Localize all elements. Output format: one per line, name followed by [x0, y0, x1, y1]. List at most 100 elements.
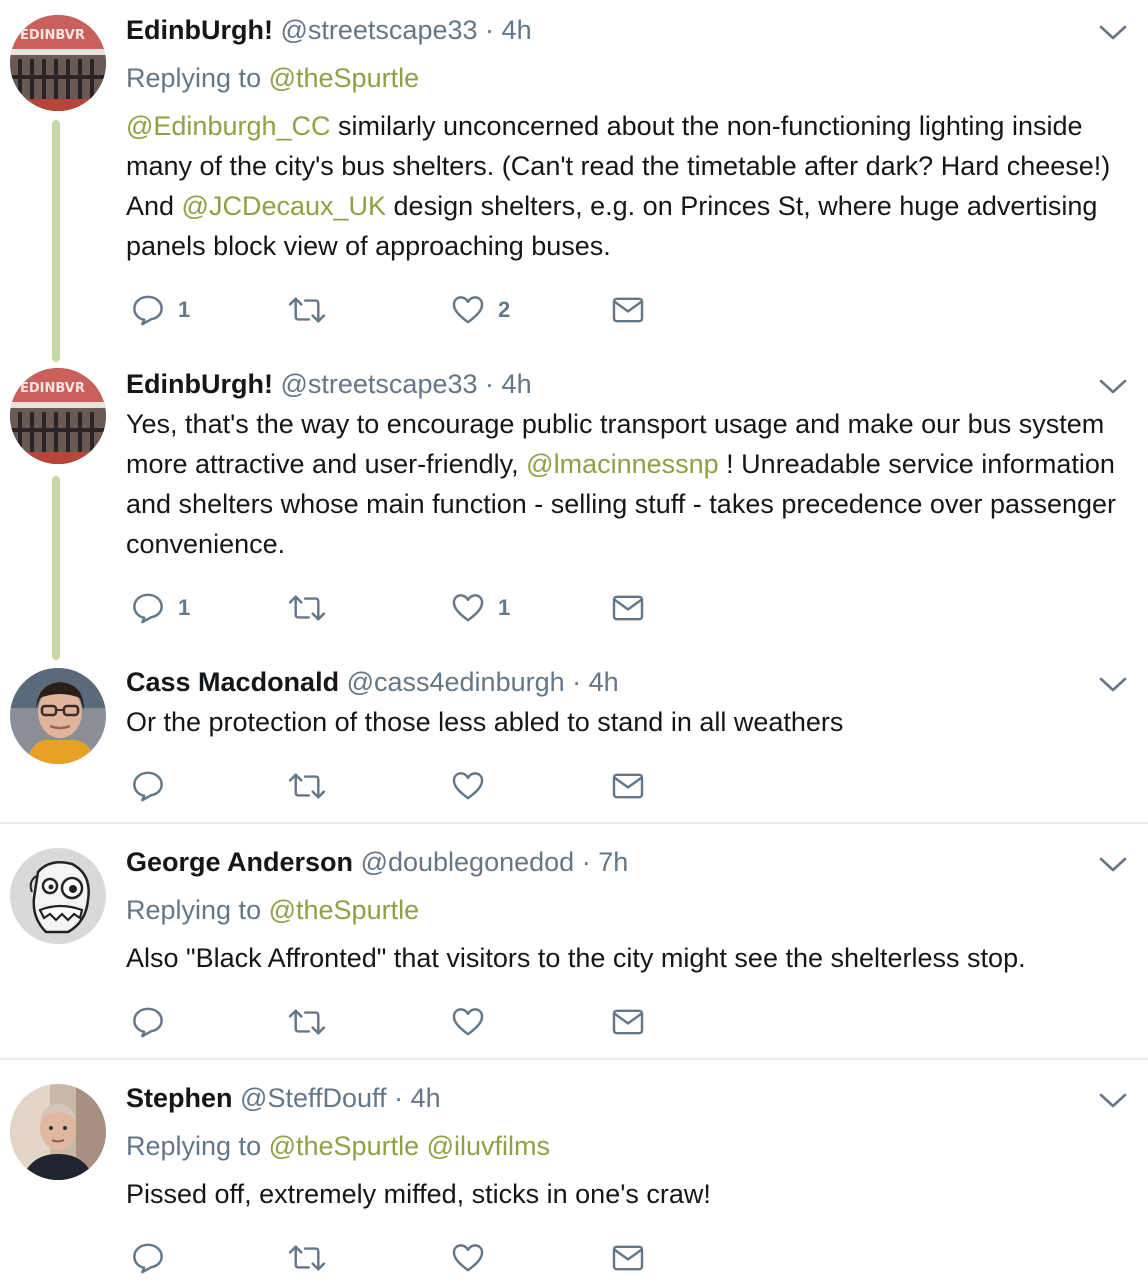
- retweet-button[interactable]: [288, 1002, 326, 1042]
- thread-connector: [52, 476, 60, 660]
- message-button[interactable]: [612, 766, 644, 806]
- reply-icon: [132, 294, 164, 326]
- author-handle[interactable]: @streetscape33: [281, 369, 478, 399]
- reply-button[interactable]: [132, 1238, 178, 1278]
- man-photo-avatar: [10, 1084, 106, 1180]
- replying-to-link[interactable]: @theSpurtle: [269, 1131, 420, 1161]
- tweet-text: Or the protection of those less abled to…: [126, 707, 844, 737]
- separator-dot: ·: [394, 1083, 404, 1113]
- like-button[interactable]: 1: [452, 588, 510, 628]
- heart-icon: [452, 1243, 484, 1273]
- timestamp[interactable]: 7h: [598, 847, 628, 877]
- replying-to-link[interactable]: @theSpurtle: [269, 895, 420, 925]
- replying-to-label: Replying to: [126, 63, 262, 93]
- message-button[interactable]: [612, 1002, 644, 1042]
- tweet-header: Cass Macdonald @cass4edinburgh · 4h: [126, 664, 619, 700]
- envelope-icon: [612, 296, 644, 324]
- retweet-icon: [288, 592, 326, 624]
- tweet-header: Stephen @SteffDouff · 4h: [126, 1080, 441, 1116]
- avatar[interactable]: [10, 1084, 106, 1180]
- retweet-button[interactable]: [288, 290, 326, 330]
- envelope-icon: [612, 594, 644, 622]
- chevron-down-icon[interactable]: [1098, 854, 1128, 874]
- tweet-header: EdinbUrgh! @streetscape33 · 4h: [126, 366, 532, 402]
- replying-to: Replying to @theSpurtle @iluvfilms: [126, 1128, 550, 1164]
- timestamp[interactable]: 4h: [502, 15, 532, 45]
- like-button[interactable]: [452, 1238, 498, 1278]
- author-name[interactable]: EdinbUrgh!: [126, 369, 273, 399]
- author-name[interactable]: Cass Macdonald: [126, 667, 339, 697]
- timestamp[interactable]: 4h: [502, 369, 532, 399]
- envelope-icon: [612, 1244, 644, 1272]
- reply-icon: [132, 770, 164, 802]
- chevron-down-icon[interactable]: [1098, 1090, 1128, 1110]
- chevron-down-icon[interactable]: [1098, 22, 1128, 42]
- retweet-icon: [288, 770, 326, 802]
- retweet-button[interactable]: [288, 588, 326, 628]
- avatar[interactable]: [10, 848, 106, 944]
- message-button[interactable]: [612, 588, 644, 628]
- separator-dot: ·: [572, 667, 582, 697]
- mention-link[interactable]: @JCDecaux_UK: [182, 191, 386, 221]
- mention-link[interactable]: @lmacinnessnp: [526, 449, 719, 479]
- tweet-text: Also "Black Affronted" that visitors to …: [126, 943, 1026, 973]
- envelope-icon: [612, 772, 644, 800]
- tweet-header: EdinbUrgh! @streetscape33 · 4h: [126, 12, 532, 48]
- retweet-button[interactable]: [288, 766, 326, 806]
- like-button[interactable]: [452, 766, 498, 806]
- reply-button[interactable]: [132, 1002, 178, 1042]
- message-button[interactable]: [612, 1238, 644, 1278]
- tweet-actions: [126, 766, 686, 806]
- tweet-actions: 1 2: [126, 290, 686, 330]
- tweet-actions: [126, 1002, 686, 1042]
- tweet-actions: 1 1: [126, 588, 686, 628]
- chevron-down-icon[interactable]: [1098, 674, 1128, 694]
- edinburgh-sign-avatar: [10, 368, 106, 464]
- author-handle[interactable]: @cass4edinburgh: [347, 667, 565, 697]
- heart-icon: [452, 1007, 484, 1037]
- separator-dot: ·: [485, 15, 495, 45]
- author-handle[interactable]: @doublegonedod: [361, 847, 575, 877]
- reply-count: 1: [178, 297, 191, 322]
- tweet-divider: [0, 1058, 1148, 1060]
- replying-to-link[interactable]: @iluvfilms: [427, 1131, 550, 1161]
- reply-button[interactable]: 1: [132, 588, 190, 628]
- timestamp[interactable]: 4h: [589, 667, 619, 697]
- heart-icon: [452, 593, 484, 623]
- retweet-button[interactable]: [288, 1238, 326, 1278]
- mention-link[interactable]: @Edinburgh_CC: [126, 111, 331, 141]
- edinburgh-sign-avatar: [10, 15, 106, 111]
- reply-button[interactable]: 1: [132, 290, 190, 330]
- replying-to: Replying to @theSpurtle: [126, 892, 419, 928]
- replying-to-label: Replying to: [126, 895, 262, 925]
- separator-dot: ·: [485, 369, 495, 399]
- tweet-header: George Anderson @doublegonedod · 7h: [126, 844, 628, 880]
- retweet-icon: [288, 294, 326, 326]
- like-button[interactable]: [452, 1002, 498, 1042]
- avatar[interactable]: [10, 368, 106, 464]
- reply-count: 1: [178, 595, 191, 620]
- retweet-icon: [288, 1242, 326, 1274]
- replying-to-link[interactable]: @theSpurtle: [269, 63, 420, 93]
- envelope-icon: [612, 1008, 644, 1036]
- separator-dot: ·: [581, 847, 591, 877]
- author-handle[interactable]: @streetscape33: [281, 15, 478, 45]
- author-handle[interactable]: @SteffDouff: [240, 1083, 387, 1113]
- reply-button[interactable]: [132, 766, 178, 806]
- heart-icon: [452, 771, 484, 801]
- retweet-icon: [288, 1006, 326, 1038]
- chevron-down-icon[interactable]: [1098, 376, 1128, 396]
- tweet-text: Pissed off, extremely miffed, sticks in …: [126, 1179, 711, 1209]
- timestamp[interactable]: 4h: [411, 1083, 441, 1113]
- like-count: 1: [498, 595, 511, 620]
- message-button[interactable]: [612, 290, 644, 330]
- avatar[interactable]: [10, 15, 106, 111]
- author-name[interactable]: George Anderson: [126, 847, 353, 877]
- like-button[interactable]: 2: [452, 290, 510, 330]
- author-name[interactable]: Stephen: [126, 1083, 233, 1113]
- tweet-text: Yes, that's the way to encourage public …: [126, 404, 1136, 564]
- replying-to: Replying to @theSpurtle: [126, 60, 419, 96]
- reply-icon: [132, 1006, 164, 1038]
- avatar[interactable]: [10, 668, 106, 764]
- author-name[interactable]: EdinbUrgh!: [126, 15, 273, 45]
